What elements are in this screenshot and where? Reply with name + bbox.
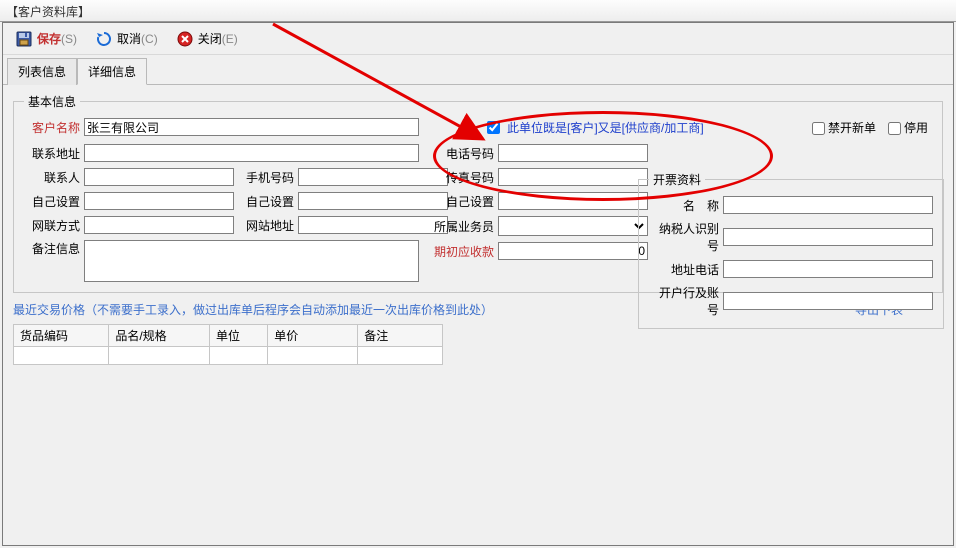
mobile-input[interactable] bbox=[298, 168, 448, 186]
inv-name-label: 名 称 bbox=[649, 197, 719, 214]
customer-name-label: 客户名称 bbox=[24, 119, 80, 136]
mobile-label: 手机号码 bbox=[238, 169, 294, 186]
inv-bank-input[interactable] bbox=[723, 292, 933, 310]
inv-taxid-label: 纳税人识别号 bbox=[649, 220, 719, 254]
sales-label: 所属业务员 bbox=[434, 218, 494, 235]
cancel-label: 取消(C) bbox=[117, 30, 158, 47]
tab-list[interactable]: 列表信息 bbox=[7, 58, 77, 85]
col-price[interactable]: 单价 bbox=[268, 325, 358, 347]
price-table: 货品编码 品名/规格 单位 单价 备注 bbox=[13, 324, 443, 365]
close-icon bbox=[176, 30, 194, 48]
inv-bank-label: 开户行及账号 bbox=[649, 284, 719, 318]
tabs: 列表信息 详细信息 bbox=[3, 55, 953, 85]
both-role-checkbox[interactable] bbox=[487, 121, 500, 134]
custom2-input[interactable] bbox=[298, 192, 448, 210]
remark-label: 备注信息 bbox=[24, 240, 80, 282]
close-button[interactable]: 关闭(E) bbox=[172, 28, 242, 50]
undo-icon bbox=[95, 30, 113, 48]
col-remark[interactable]: 备注 bbox=[358, 325, 443, 347]
toolbar: 保存(S) 取消(C) 关闭(E) bbox=[3, 23, 953, 55]
remark-input[interactable] bbox=[84, 240, 419, 282]
client-area: 保存(S) 取消(C) 关闭(E) 列表信息 详细信息 基本信息 bbox=[2, 22, 954, 546]
init-recv-label: 期初应收款 bbox=[434, 243, 494, 260]
custom2-label: 自己设置 bbox=[238, 193, 294, 210]
recent-price-note: 最近交易价格（不需要手工录入，做过出库单后程序会自动添加最近一次出库价格到此处） bbox=[13, 301, 493, 318]
website-input[interactable] bbox=[298, 216, 448, 234]
addr-input[interactable] bbox=[84, 144, 419, 162]
invoice-legend: 开票资料 bbox=[649, 171, 705, 188]
fax-input[interactable] bbox=[498, 168, 648, 186]
website-label: 网站地址 bbox=[238, 217, 294, 234]
detail-content: 基本信息 客户名称 此单位既是[客户]又是[供应商/加工商] 禁开新单 停用 联… bbox=[3, 85, 953, 375]
custom1-label: 自己设置 bbox=[24, 193, 80, 210]
inv-phone-input[interactable] bbox=[723, 260, 933, 278]
inv-name-input[interactable] bbox=[723, 196, 933, 214]
contact-input[interactable] bbox=[84, 168, 234, 186]
basic-legend: 基本信息 bbox=[24, 93, 80, 110]
cancel-button[interactable]: 取消(C) bbox=[91, 28, 162, 50]
save-label: 保存(S) bbox=[37, 30, 77, 47]
phone-label: 电话号码 bbox=[434, 145, 494, 162]
disk-icon bbox=[15, 30, 33, 48]
col-code[interactable]: 货品编码 bbox=[14, 325, 109, 347]
window-title: 【客户资料库】 bbox=[0, 0, 956, 22]
contact-label: 联系人 bbox=[24, 169, 80, 186]
custom1-input[interactable] bbox=[84, 192, 234, 210]
tab-detail[interactable]: 详细信息 bbox=[77, 58, 147, 85]
both-role-label: 此单位既是[客户]又是[供应商/加工商] bbox=[507, 119, 704, 136]
invoice-fieldset: 开票资料 名 称 纳税人识别号 地址电话 开户行及账号 bbox=[638, 171, 944, 329]
no-new-check[interactable]: 禁开新单 bbox=[812, 119, 876, 136]
custom3-label: 自己设置 bbox=[434, 193, 494, 210]
fax-label: 传真号码 bbox=[434, 169, 494, 186]
phone-input[interactable] bbox=[498, 144, 648, 162]
col-name[interactable]: 品名/规格 bbox=[109, 325, 210, 347]
table-header-row: 货品编码 品名/规格 单位 单价 备注 bbox=[14, 325, 443, 347]
inv-taxid-input[interactable] bbox=[723, 228, 933, 246]
suspend-check[interactable]: 停用 bbox=[888, 119, 928, 136]
inv-phone-label: 地址电话 bbox=[649, 261, 719, 278]
save-button[interactable]: 保存(S) bbox=[11, 28, 81, 50]
addr-label: 联系地址 bbox=[24, 145, 80, 162]
close-label: 关闭(E) bbox=[198, 30, 238, 47]
col-unit[interactable]: 单位 bbox=[209, 325, 267, 347]
custom3-input[interactable] bbox=[498, 192, 648, 210]
init-recv-input[interactable] bbox=[498, 242, 648, 260]
sales-select[interactable] bbox=[498, 216, 648, 236]
table-row[interactable] bbox=[14, 347, 443, 365]
customer-name-input[interactable] bbox=[84, 118, 419, 136]
netmode-input[interactable] bbox=[84, 216, 234, 234]
netmode-label: 网联方式 bbox=[24, 217, 80, 234]
